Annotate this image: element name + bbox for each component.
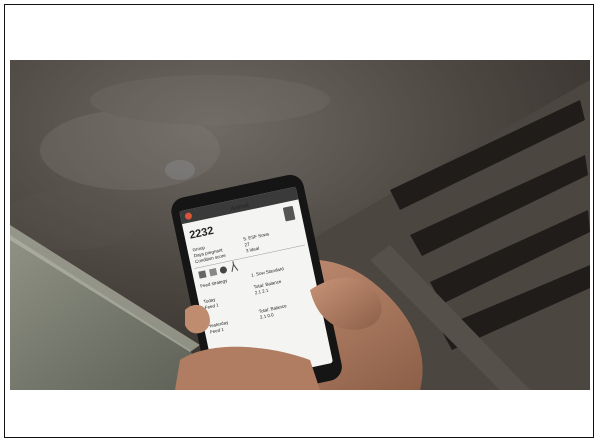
feeder-icon[interactable] — [209, 268, 218, 277]
photo-scene: Animal 2232 Group 5. ESF Sows Days pregn… — [10, 60, 590, 390]
scale-icon[interactable] — [198, 270, 207, 279]
photo: Animal 2232 Group 5. ESF Sows Days pregn… — [10, 60, 590, 390]
